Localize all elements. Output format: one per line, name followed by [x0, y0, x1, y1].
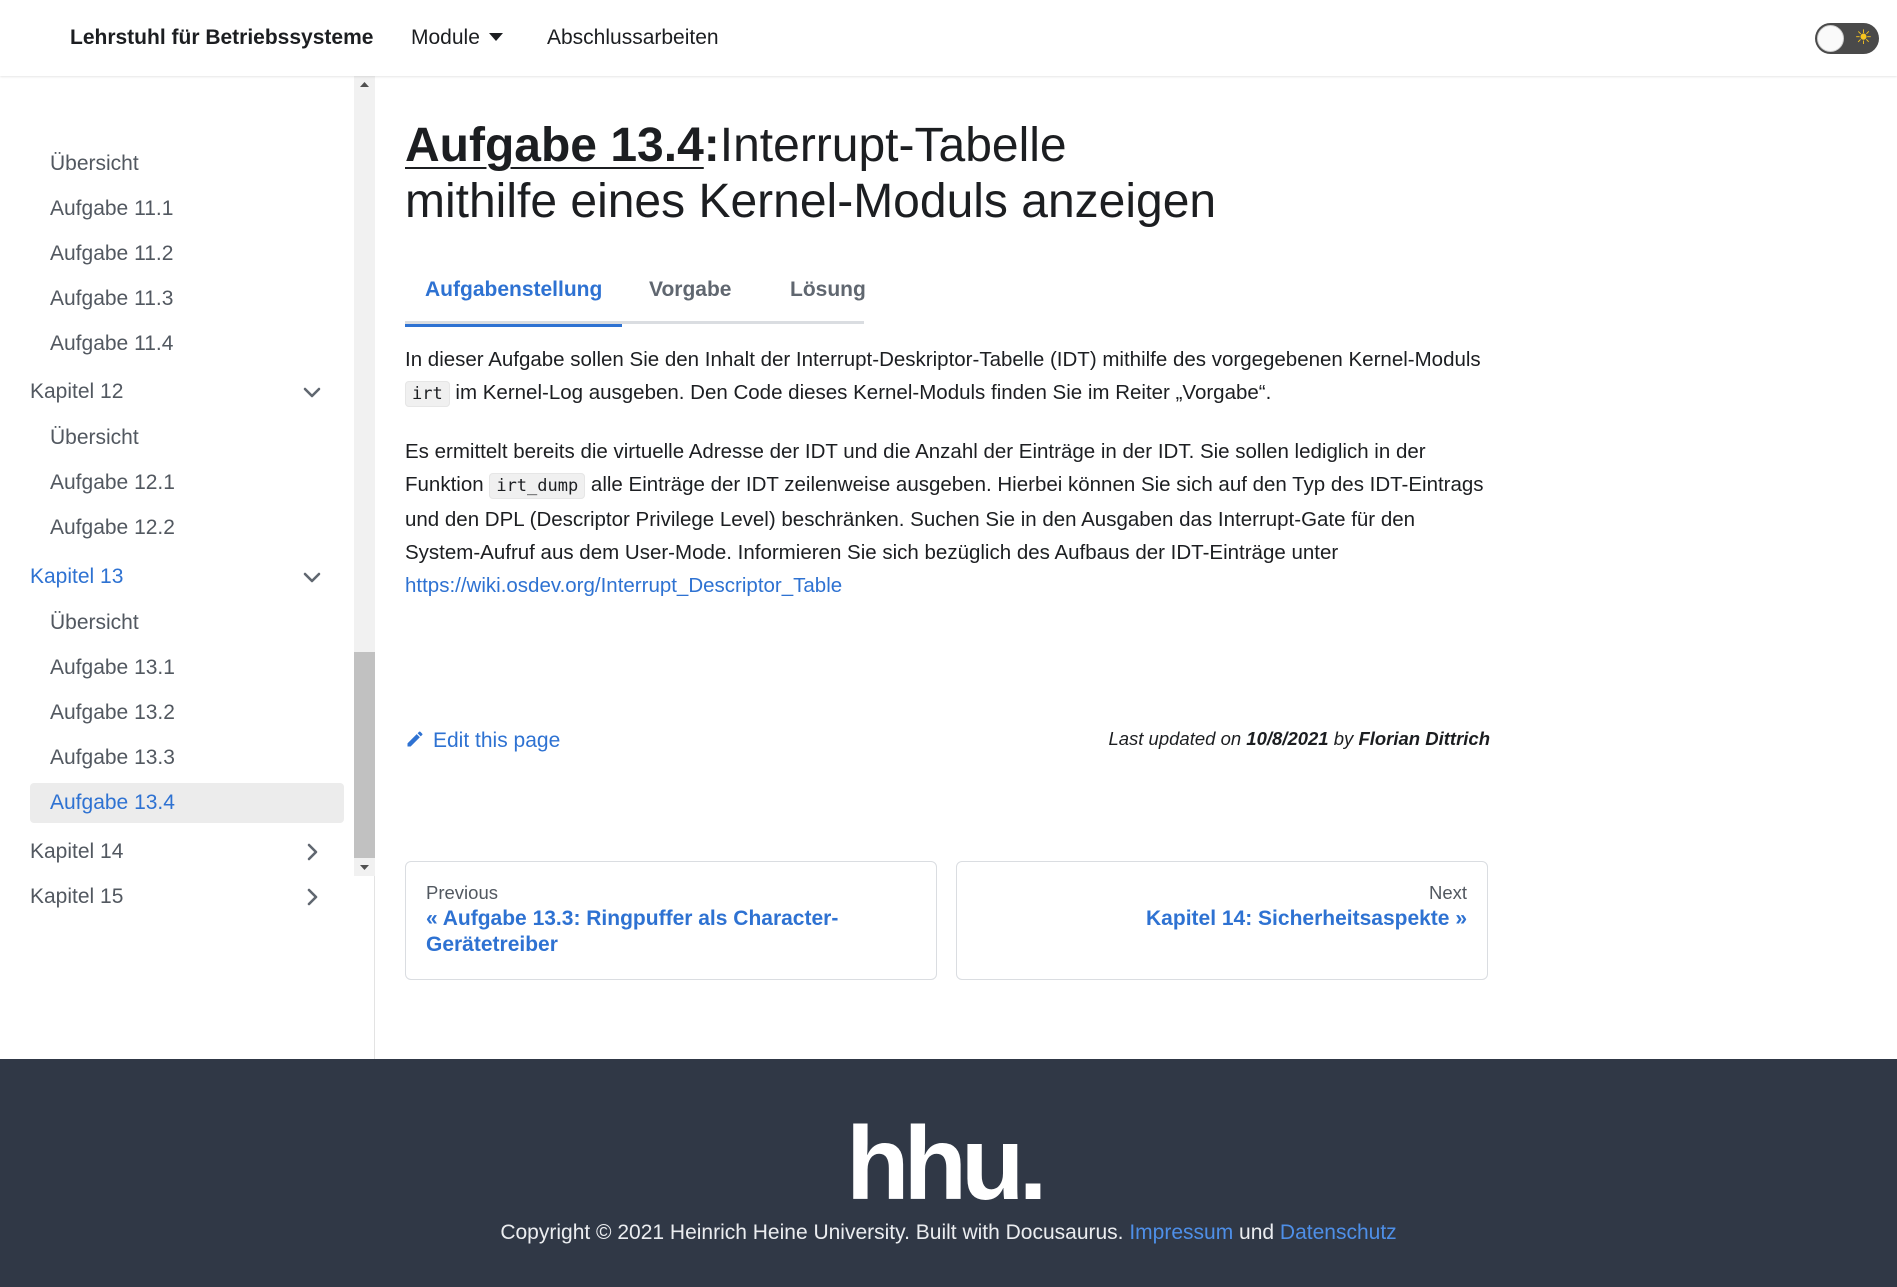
- scrollbar-thumb[interactable]: [354, 652, 375, 858]
- sidebar-category[interactable]: Kapitel 13: [30, 557, 344, 597]
- sidebar-category[interactable]: Kapitel 15: [30, 877, 344, 917]
- sidebar-item-label: Übersicht: [50, 152, 139, 175]
- sidebar-item-label: Kapitel 12: [30, 380, 124, 403]
- sidebar-item-label: Aufgabe 13.4: [50, 791, 175, 814]
- datenschutz-link[interactable]: Datenschutz: [1280, 1221, 1397, 1244]
- sidebar-item[interactable]: Aufgabe 13.3: [30, 738, 344, 778]
- tab-list: Aufgabenstellung Vorgabe Lösung: [405, 256, 866, 327]
- sidebar-item-label: Kapitel 14: [30, 840, 124, 863]
- pager-next-title: Kapitel 14: Sicherheitsaspekte »: [1146, 907, 1467, 930]
- pagination-previous[interactable]: Previous « Aufgabe 13.3: Ringpuffer als …: [405, 861, 937, 980]
- pagination-next[interactable]: Next Kapitel 14: Sicherheitsaspekte »: [956, 861, 1488, 980]
- hhu-logo: hhu.: [846, 1121, 1047, 1207]
- sidebar-item[interactable]: Aufgabe 11.3: [30, 279, 344, 319]
- sidebar-item-label: Kapitel 13: [30, 565, 124, 588]
- task-paragraph-1: In dieser Aufgabe sollen Sie den Inhalt …: [405, 343, 1490, 411]
- nav-modules-dropdown[interactable]: Module: [411, 0, 503, 76]
- chevron-down-icon[interactable]: [300, 557, 324, 597]
- sidebar-item[interactable]: Aufgabe 11.1: [30, 189, 344, 229]
- footer-copyright: Copyright © 2021 Heinrich Heine Universi…: [500, 1221, 1397, 1244]
- sidebar-item-label: Übersicht: [50, 426, 139, 449]
- sidebar: Übersicht Aufgabe 11.1 Aufgabe 11.2 Aufgabe…: [0, 76, 375, 1059]
- pager-previous-title: « Aufgabe 13.3: Ringpuffer als Character…: [426, 907, 839, 956]
- inline-code-irt: irt: [405, 381, 450, 407]
- sidebar-item-label: Aufgabe 13.3: [50, 746, 175, 769]
- tab-loesung[interactable]: Lösung: [770, 256, 886, 324]
- sidebar-item[interactable]: Aufgabe 12.2: [30, 508, 344, 548]
- page-title: Aufgabe 13.4:Interrupt-Tabelle mithilfe …: [405, 119, 1217, 228]
- sidebar-scrollbar[interactable]: [354, 76, 375, 876]
- pager-previous-label: Previous: [426, 882, 498, 903]
- sidebar-item-label: Aufgabe 11.2: [50, 242, 174, 265]
- sidebar-item[interactable]: Übersicht: [30, 144, 344, 184]
- pager-next-label: Next: [1428, 882, 1467, 903]
- sidebar-item[interactable]: Aufgabe 11.2: [30, 234, 344, 274]
- title-task-number: Aufgabe 13.4: [405, 119, 704, 172]
- last-updated: Last updated on 10/8/2021 by Florian Dit…: [1108, 728, 1490, 749]
- updated-author: Florian Dittrich: [1358, 728, 1490, 749]
- toggle-knob: [1817, 25, 1844, 52]
- sidebar-category[interactable]: Kapitel 14: [30, 832, 344, 872]
- sidebar-item[interactable]: Aufgabe 13.4: [30, 783, 344, 823]
- sidebar-item-label: Kapitel 15: [30, 885, 124, 908]
- sidebar-item[interactable]: Aufgabe 13.2: [30, 693, 344, 733]
- sidebar-item[interactable]: Aufgabe 11.4: [30, 324, 344, 364]
- sidebar-item[interactable]: Übersicht: [30, 603, 344, 643]
- chevron-down-icon[interactable]: [300, 372, 324, 412]
- sidebar-item-label: Aufgabe 13.1: [50, 656, 175, 679]
- nav-modules-label: Module: [411, 26, 480, 49]
- svg-text:hhu.: hhu.: [846, 1121, 1041, 1207]
- edit-page-link[interactable]: Edit this page: [405, 726, 560, 756]
- sidebar-item-label: Aufgabe 11.1: [50, 197, 174, 220]
- tab-aufgabenstellung[interactable]: Aufgabenstellung: [405, 256, 623, 327]
- title-text-line1: Interrupt-Tabelle: [719, 119, 1067, 172]
- footer: hhu. Copyright © 2021 Heinrich Heine Uni…: [0, 1059, 1897, 1287]
- sun-icon: ☀: [1854, 27, 1873, 49]
- sidebar-item-label: Aufgabe 11.3: [50, 287, 174, 310]
- edit-page-label: Edit this page: [433, 729, 561, 752]
- navbar: Lehrstuhl für Betriebssysteme Module Abs…: [0, 0, 1897, 76]
- sidebar-item-label: Aufgabe 12.2: [50, 516, 175, 539]
- updated-date: 10/8/2021: [1246, 728, 1329, 749]
- task-paragraph-2: Es ermittelt bereits die virtuelle Adres…: [405, 440, 1484, 597]
- theme-toggle[interactable]: ☀: [1815, 23, 1879, 54]
- sidebar-item-label: Aufgabe 11.4: [50, 332, 174, 355]
- sidebar-item[interactable]: Aufgabe 12.1: [30, 463, 344, 503]
- chevron-right-icon[interactable]: [300, 832, 324, 872]
- sidebar-category[interactable]: Kapitel 12: [30, 372, 344, 412]
- navbar-brand[interactable]: Lehrstuhl für Betriebssysteme: [70, 0, 373, 76]
- sidebar-item-label: Aufgabe 12.1: [50, 471, 175, 494]
- chevron-right-icon[interactable]: [300, 877, 324, 917]
- scroll-down-arrow-icon[interactable]: [354, 859, 375, 876]
- sidebar-item-label: Übersicht: [50, 611, 139, 634]
- sidebar-item[interactable]: Aufgabe 13.1: [30, 648, 344, 688]
- pencil-icon: [407, 731, 423, 747]
- sidebar-item-label: Aufgabe 13.2: [50, 701, 175, 724]
- osdev-idt-link[interactable]: https://wiki.osdev.org/Interrupt_Descrip…: [405, 574, 842, 597]
- caret-down-icon: [488, 33, 503, 42]
- inline-code-irt-dump: irt_dump: [489, 473, 586, 499]
- scroll-up-arrow-icon[interactable]: [354, 76, 375, 93]
- impressum-link[interactable]: Impressum: [1129, 1221, 1233, 1244]
- tab-vorgabe[interactable]: Vorgabe: [629, 256, 751, 324]
- title-text-line2: mithilfe eines Kernel-Moduls anzeigen: [405, 175, 1217, 228]
- sidebar-item[interactable]: Übersicht: [30, 418, 344, 458]
- nav-theses-link[interactable]: Abschlussarbeiten: [547, 0, 719, 76]
